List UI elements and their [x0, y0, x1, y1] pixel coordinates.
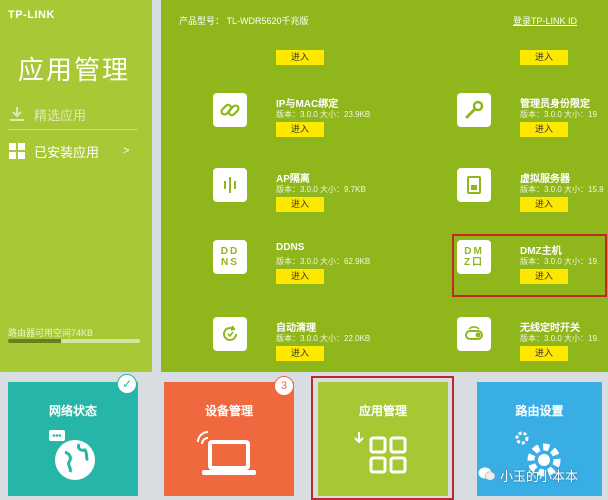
- storage-label: 路由器可用空间74KB: [8, 328, 94, 338]
- enter-button[interactable]: 进入: [520, 122, 568, 137]
- login-tplink-id-link[interactable]: 登录TP-LINK ID: [513, 14, 577, 27]
- globe-icon: [8, 430, 138, 482]
- nav-tile-network-status[interactable]: 网络状态: [8, 382, 138, 496]
- divider: [8, 129, 138, 130]
- product-model: 产品型号： TL-WDR5620千兆版: [179, 16, 309, 26]
- laptop-icon: [164, 430, 294, 480]
- app-meta: 版本：3.0.0 大小：15.8: [520, 185, 604, 194]
- sidebar-item-label: 已安装应用: [34, 144, 100, 160]
- wechat-icon: [478, 466, 496, 485]
- sidebar-item-installed-apps[interactable]: 已安装应用 >: [0, 133, 152, 169]
- active-pointer-arrow: [209, 362, 229, 372]
- app-name: 虚拟服务器: [520, 174, 570, 185]
- nav-tile-label: 设备管理: [204, 404, 253, 418]
- app-name: 无线定时开关: [520, 323, 580, 334]
- storage-bar-fill: [8, 339, 61, 343]
- network-ok-badge: ✓: [117, 374, 137, 394]
- nav-tile-device-management[interactable]: 设备管理: [164, 382, 294, 496]
- app-name: 管理员身份限定: [520, 99, 590, 110]
- app-card-admin-restriction: 管理员身份限定 版本：3.0.0 大小：19 进入: [161, 93, 608, 157]
- storage-bar: [8, 339, 140, 343]
- device-count-badge: 3: [274, 376, 294, 396]
- sidebar-item-featured-apps[interactable]: 精选应用: [0, 96, 152, 132]
- topbar: 产品型号： TL-WDR5620千兆版 登录TP-LINK ID: [161, 0, 608, 34]
- dmz-highlight-box: [452, 234, 607, 297]
- app-list-panel[interactable]: 产品型号： TL-WDR5620千兆版 登录TP-LINK ID 进入 IP与M…: [161, 0, 608, 372]
- wifi-timer-icon: [457, 317, 491, 351]
- sidebar-item-label: 精选应用: [34, 107, 87, 123]
- app-management-highlight-box: [311, 376, 454, 500]
- server-icon: [457, 168, 491, 202]
- app-meta: 版本：3.0.0 大小：19: [520, 110, 597, 119]
- sidebar: TP-LINK 应用管理 精选应用 已安装应用 > 路由器可用空间74KB: [0, 0, 152, 372]
- enter-button[interactable]: 进入: [520, 197, 568, 212]
- nav-tile-label: 路由设置: [515, 404, 564, 418]
- app-card-virtual-server: 虚拟服务器 版本：3.0.0 大小：15.8 进入: [161, 168, 608, 232]
- wrench-icon: [457, 93, 491, 127]
- enter-button[interactable]: 进入: [520, 346, 568, 361]
- page-title: 应用管理: [18, 55, 131, 85]
- chevron-right-icon: >: [123, 145, 130, 157]
- download-icon: [0, 106, 34, 122]
- grid-icon: [0, 143, 34, 159]
- router-admin-app: TP-LINK 应用管理 精选应用 已安装应用 > 路由器可用空间74KB 产品…: [0, 0, 608, 500]
- watermark-text: 小玉的小本本: [500, 468, 579, 484]
- watermark: 小玉的小本本: [478, 462, 608, 488]
- brand-logo: TP-LINK: [8, 9, 55, 21]
- enter-button[interactable]: 进入: [520, 50, 568, 65]
- nav-tile-label: 网络状态: [48, 404, 97, 418]
- app-meta: 版本：3.0.0 大小：19.: [520, 334, 600, 343]
